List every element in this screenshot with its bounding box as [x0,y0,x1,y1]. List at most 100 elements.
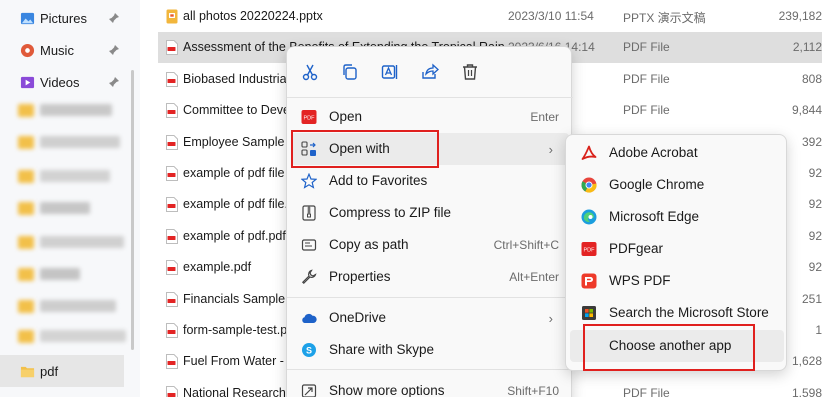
edge-icon [581,209,597,225]
menu-item-onedrive[interactable]: OneDrive › [291,302,569,334]
store-icon [582,306,596,320]
file-size: 251 [801,291,822,306]
menu-separator [287,369,573,370]
file-size: 92 [808,260,822,275]
chevron-right-icon: › [548,142,553,157]
menu-item-compress-zip[interactable]: Compress to ZIP file [291,197,569,229]
submenu-item-microsoft-edge[interactable]: Microsoft Edge [570,201,784,233]
file-size: 92 [808,166,822,180]
submenu-item-label: PDFgear [609,241,664,256]
pin-icon [109,77,119,87]
menu-item-label: Properties [329,269,391,284]
submenu-item-label: Search the Microsoft Store [609,305,769,320]
sidebar-scrollbar[interactable] [131,70,134,350]
menu-item-show-more-options[interactable]: Show more options Shift+F10 [291,375,569,397]
chrome-icon [581,177,597,193]
videos-icon [20,76,35,88]
file-size: 1,598 [791,385,822,397]
pdf-file-icon [166,385,178,397]
submenu-item-google-chrome[interactable]: Google Chrome [570,169,784,201]
nav-label: pdf [40,363,59,379]
svg-text:S: S [306,346,312,356]
nav-item-music[interactable]: Music [0,36,132,64]
star-icon [301,173,317,189]
file-name: example.pdf [183,260,252,275]
highlight-box-choose-another-app [583,324,755,371]
cut-icon[interactable] [301,63,319,81]
menu-item-label: Compress to ZIP file [329,205,452,220]
menu-separator [287,297,573,298]
file-type: PPTX 演示文稿 [623,11,706,25]
nav-label: Pictures [40,10,87,26]
wrench-icon [301,269,317,285]
svg-text:PDF: PDF [584,248,596,254]
pin-icon [109,13,119,23]
menu-item-label: Share with Skype [329,342,435,357]
file-type: PDF File [623,103,670,118]
adobe-acrobat-icon [581,145,597,160]
nav-item-pdf-folder[interactable]: pdf [0,355,124,387]
delete-icon[interactable] [461,63,479,81]
more-options-icon [301,384,317,397]
submenu-item-adobe-acrobat[interactable]: Adobe Acrobat [570,137,784,169]
file-size: 239,182 [778,9,822,23]
file-type: PDF File [623,385,670,397]
menu-item-add-to-favorites[interactable]: Add to Favorites [291,165,569,197]
pdf-file-icon [166,291,178,307]
file-name: Financials Sample D [183,291,298,306]
file-name: example of pdf.pdf [183,228,286,243]
file-name: all photos 20220224.pptx [183,9,323,23]
pdf-file-icon [166,166,178,181]
menu-item-share-skype[interactable]: S Share with Skype [291,334,569,366]
file-size: 808 [801,71,822,86]
chevron-right-icon: › [548,311,553,326]
pdf-file-icon [166,354,178,370]
nav-item-videos[interactable]: Videos [0,68,132,96]
menu-item-label: Show more options [329,383,445,397]
submenu-item-pdfgear[interactable]: PDF PDFgear [570,233,784,265]
submenu-item-wps-pdf[interactable]: WPS PDF [570,265,784,297]
file-type: PDF File [623,40,670,55]
onedrive-icon [302,313,317,323]
wps-pdf-icon [581,273,597,289]
file-name: Fuel From Water - [183,354,284,369]
folder-icon [20,366,35,377]
submenu-item-label: Adobe Acrobat [609,145,698,160]
file-name: form-sample-test.p [183,323,288,337]
pdfgear-icon: PDF [301,110,317,124]
skype-icon: S [302,343,316,357]
menu-item-shortcut: Ctrl+Shift+C [493,238,559,252]
file-name: National Research C [183,385,299,397]
context-menu-toolbar [287,47,573,97]
file-size: 92 [808,228,822,243]
menu-item-open[interactable]: PDF Open Enter [291,101,569,133]
nav-label: Music [40,42,74,58]
menu-separator [287,97,573,98]
submenu-item-label: Google Chrome [609,177,705,192]
file-name: example of pdf file [183,166,285,180]
menu-item-copy-as-path[interactable]: Copy as path Ctrl+Shift+C [291,229,569,261]
file-row[interactable]: all photos 20220224.pptx 2023/3/10 11:54 P… [158,1,822,32]
rename-icon[interactable] [381,63,399,81]
pdf-file-icon [166,71,178,87]
nav-label: Videos [40,74,80,90]
highlight-box-open-with [291,130,439,168]
file-size: 9,844 [791,103,822,118]
nav-item-pictures[interactable]: Pictures [0,4,132,32]
menu-item-shortcut: Alt+Enter [509,270,559,284]
menu-item-properties[interactable]: Properties Alt+Enter [291,261,569,293]
menu-item-label: Open [329,109,363,124]
pdf-file-icon [166,40,178,56]
pdf-file-icon [166,197,178,213]
share-icon[interactable] [421,63,439,81]
pdfgear-icon: PDF [581,242,597,256]
file-date: 2023/3/10 11:54 [508,9,594,23]
menu-item-shortcut: Shift+F10 [507,384,559,397]
file-size: 1,628 [791,354,822,369]
menu-item-label: Add to Favorites [329,173,428,188]
pdf-file-icon [166,228,178,244]
file-size: 1 [815,323,822,337]
copy-icon[interactable] [341,63,359,81]
file-size: 92 [808,197,822,212]
menu-item-shortcut: Enter [530,110,559,124]
